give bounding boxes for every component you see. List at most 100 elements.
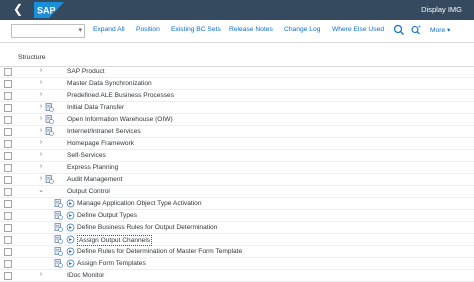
tree-row[interactable]: › Express Planning xyxy=(0,162,474,174)
chevron-right-icon[interactable]: › xyxy=(37,102,45,112)
tree-node-label[interactable]: Open Information Warehouse (OIW) xyxy=(67,115,173,124)
row-checkbox[interactable] xyxy=(4,236,12,244)
chevron-right-icon[interactable]: › xyxy=(37,78,45,88)
tree-node-label[interactable]: Audit Management xyxy=(67,175,122,184)
doc-icon[interactable] xyxy=(45,103,54,112)
row-checkbox[interactable] xyxy=(4,272,12,280)
tree-node-label[interactable]: Define Output Types xyxy=(77,211,137,220)
row-checkbox[interactable] xyxy=(4,248,12,256)
tree-row[interactable]: Manage Application Object Type Activatio… xyxy=(0,198,474,210)
chevron-right-icon[interactable]: › xyxy=(37,126,45,136)
tree-node-label[interactable]: Master Data Synchronization xyxy=(67,79,152,88)
row-checkbox[interactable] xyxy=(4,104,12,112)
row-checkbox[interactable] xyxy=(4,224,12,232)
tree-node-label[interactable]: IDoc Monitor xyxy=(67,271,104,280)
search-icon[interactable] xyxy=(392,23,406,37)
row-checkbox[interactable] xyxy=(4,212,12,220)
row-checkbox[interactable] xyxy=(4,260,12,268)
toolbar: ▾ Expand All Position Existing BC Sets R… xyxy=(0,20,474,43)
row-checkbox[interactable] xyxy=(4,92,12,100)
doc-icon[interactable] xyxy=(54,223,63,232)
row-checkbox[interactable] xyxy=(4,116,12,124)
doc-icon[interactable] xyxy=(45,127,54,136)
execute-icon[interactable] xyxy=(66,199,75,208)
chevron-right-icon[interactable]: › xyxy=(37,270,45,280)
row-checkbox[interactable] xyxy=(4,200,12,208)
row-checkbox[interactable] xyxy=(4,164,12,172)
chevron-right-icon[interactable]: › xyxy=(37,66,45,76)
change-log-button[interactable]: Change Log xyxy=(284,26,320,33)
tree-row[interactable]: › Master Data Synchronization xyxy=(0,78,474,90)
row-checkbox[interactable] xyxy=(4,188,12,196)
tree-node-label[interactable]: Define Rules for Determination of Master… xyxy=(77,247,242,256)
doc-icon[interactable] xyxy=(54,211,63,220)
tree-row[interactable]: ⌄ Output Control xyxy=(0,186,474,198)
tree-row[interactable]: Assign Form Templates xyxy=(0,258,474,270)
tree-row[interactable]: › SAP Product xyxy=(0,66,474,78)
tree-row[interactable]: Define Rules for Determination of Master… xyxy=(0,246,474,258)
position-button[interactable]: Position xyxy=(136,26,160,33)
row-checkbox[interactable] xyxy=(4,128,12,136)
back-button[interactable]: ❮ xyxy=(11,2,25,16)
tree-row[interactable]: › Open Information Warehouse (OIW) xyxy=(0,114,474,126)
chevron-right-icon[interactable]: › xyxy=(37,174,45,184)
tree-node-label[interactable]: Output Control xyxy=(67,187,110,196)
more-button[interactable]: More ▾ xyxy=(430,26,450,34)
chevron-down-icon[interactable]: ▾ xyxy=(78,25,82,37)
doc-icon[interactable] xyxy=(54,259,63,268)
tree-row[interactable]: › Homepage Framework xyxy=(0,138,474,150)
doc-icon[interactable] xyxy=(45,115,54,124)
svg-text:+: + xyxy=(418,24,421,30)
chevron-right-icon[interactable]: › xyxy=(37,90,45,100)
row-checkbox[interactable] xyxy=(4,68,12,76)
expand-all-button[interactable]: Expand All xyxy=(93,26,125,33)
tree-node-label[interactable]: Initial Data Transfer xyxy=(67,103,124,112)
doc-icon[interactable] xyxy=(54,247,63,256)
chevron-right-icon[interactable]: › xyxy=(37,138,45,148)
tree-row[interactable]: › Initial Data Transfer xyxy=(0,102,474,114)
tree-row[interactable]: › Audit Management xyxy=(0,174,474,186)
doc-icon[interactable] xyxy=(54,235,63,244)
execute-icon[interactable] xyxy=(66,223,75,232)
variant-select[interactable]: ▾ xyxy=(11,24,85,38)
tree-node-label[interactable]: Manage Application Object Type Activatio… xyxy=(77,199,202,208)
tree-node-label[interactable]: Internet/Intranet Services xyxy=(67,127,141,136)
tree-node-label[interactable]: Self-Services xyxy=(67,151,106,160)
execute-icon[interactable] xyxy=(66,211,75,220)
tree-row[interactable]: Define Output Types xyxy=(0,210,474,222)
tree-node-label[interactable]: Predefined ALE Business Processes xyxy=(67,91,174,100)
tree-row[interactable]: › Self-Services xyxy=(0,150,474,162)
execute-icon[interactable] xyxy=(66,235,75,244)
tree-node-label[interactable]: Homepage Framework xyxy=(67,139,134,148)
tree-node-label[interactable]: Define Business Rules for Output Determi… xyxy=(77,223,217,232)
tree-row[interactable]: Define Business Rules for Output Determi… xyxy=(0,222,474,234)
sap-logo: SAP xyxy=(34,2,64,18)
tree-row[interactable]: Assign Output Channels xyxy=(0,234,474,246)
find-next-icon[interactable]: + xyxy=(409,23,423,37)
doc-icon[interactable] xyxy=(45,175,54,184)
tree-row[interactable]: › Predefined ALE Business Processes xyxy=(0,90,474,102)
row-checkbox[interactable] xyxy=(4,176,12,184)
structure-header-label: Structure xyxy=(18,54,46,61)
row-checkbox[interactable] xyxy=(4,140,12,148)
tree-node-label[interactable]: Express Planning xyxy=(67,163,118,172)
tree-node-label[interactable]: Assign Output Channels xyxy=(77,235,153,246)
release-notes-button[interactable]: Release Notes xyxy=(229,26,273,33)
row-checkbox[interactable] xyxy=(4,80,12,88)
chevron-right-icon[interactable]: › xyxy=(37,150,45,160)
chevron-down-icon[interactable]: ⌄ xyxy=(37,186,45,196)
execute-icon[interactable] xyxy=(66,247,75,256)
chevron-right-icon[interactable]: › xyxy=(37,162,45,172)
tree-row[interactable]: › IDoc Monitor xyxy=(0,270,474,282)
doc-icon[interactable] xyxy=(54,199,63,208)
tree-node-label[interactable]: Assign Form Templates xyxy=(77,259,146,268)
where-else-used-button[interactable]: Where Else Used xyxy=(332,26,384,33)
shell-bar: ❮ SAP Display IMG xyxy=(0,0,474,20)
existing-bc-sets-button[interactable]: Existing BC Sets xyxy=(171,26,221,33)
chevron-right-icon[interactable]: › xyxy=(37,114,45,124)
tree-node-label[interactable]: SAP Product xyxy=(67,67,105,76)
row-checkbox[interactable] xyxy=(4,152,12,160)
tree-row[interactable]: › Internet/Intranet Services xyxy=(0,126,474,138)
structure-tree: › SAP Product › Master Data Synchronization… xyxy=(0,66,474,282)
execute-icon[interactable] xyxy=(66,259,75,268)
